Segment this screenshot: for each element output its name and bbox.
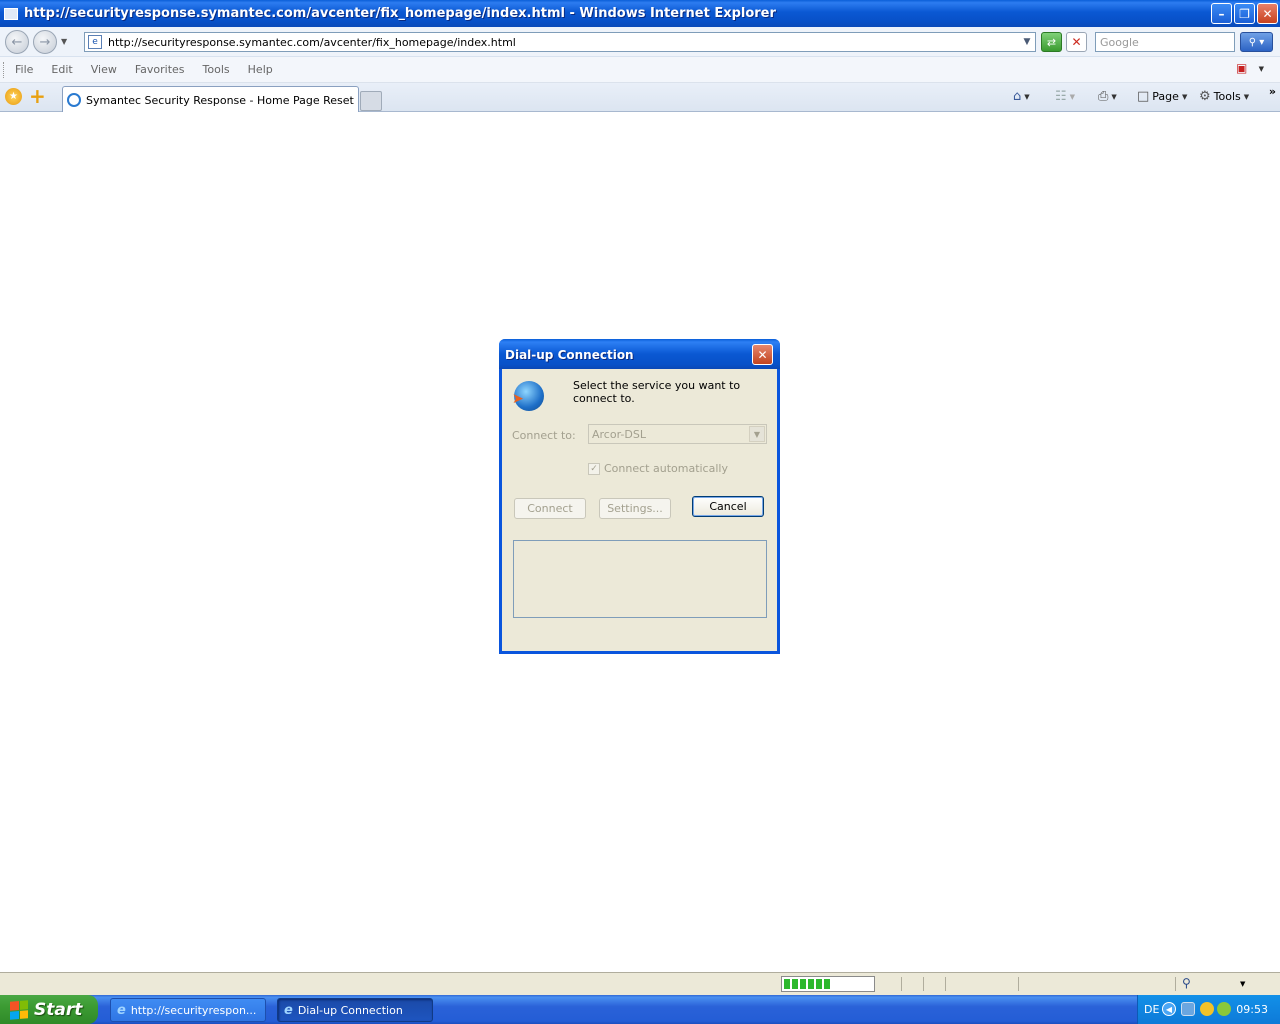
status-divider <box>901 977 902 991</box>
windows-logo-icon <box>10 999 28 1020</box>
search-icon: ⚲ ▾ <box>1248 36 1265 48</box>
menu-file[interactable]: File <box>6 63 42 76</box>
add-favorite-icon[interactable]: + <box>29 86 46 106</box>
network-icon[interactable] <box>1181 1002 1195 1016</box>
search-input[interactable]: Google <box>1095 32 1235 52</box>
start-label: Start <box>34 999 83 1020</box>
address-bar[interactable]: e http://securityresponse.symantec.com/a… <box>84 32 1036 52</box>
auto-connect-label: Connect automatically <box>604 462 728 475</box>
loading-icon <box>67 93 81 107</box>
refresh-button[interactable]: ⇄ <box>1041 32 1062 52</box>
clock: 09:53 <box>1236 1003 1268 1016</box>
feeds-button[interactable]: ☷ ▼ <box>1055 89 1075 104</box>
language-indicator[interactable]: DE <box>1144 1003 1159 1016</box>
page-menu-button[interactable]: □ Page ▼ <box>1137 89 1187 104</box>
home-button[interactable]: ⌂ ▼ <box>1013 89 1030 104</box>
print-dropdown-icon[interactable]: ▼ <box>1111 93 1116 101</box>
tab-bar: ★ + Symantec Security Response - Home Pa… <box>0 83 1280 113</box>
settings-button[interactable]: Settings... <box>599 498 671 519</box>
menu-favorites[interactable]: Favorites <box>126 63 194 76</box>
window-title-bar: http://securityresponse.symantec.com/avc… <box>0 0 1280 27</box>
status-divider <box>923 977 924 991</box>
home-dropdown-icon[interactable]: ▼ <box>1024 93 1029 101</box>
tools-menu-label: Tools <box>1213 90 1241 103</box>
back-button[interactable]: ← <box>5 30 29 54</box>
printer-icon: ⎙ <box>1098 89 1109 104</box>
ie-page-icon: e <box>88 35 102 49</box>
ie-icon: e <box>117 1002 126 1018</box>
taskbar: Start e http://securityrespon... e Dial-… <box>0 995 1280 1024</box>
connect-to-label: Connect to: <box>512 429 576 442</box>
close-window-button[interactable]: ✕ <box>1257 3 1278 24</box>
show-hidden-icons-button[interactable]: ◀ <box>1162 1002 1176 1016</box>
recent-pages-dropdown[interactable]: ▼ <box>61 37 67 46</box>
dialog-message: Select the service you want to connect t… <box>573 379 741 405</box>
taskbar-item-label: Dial-up Connection <box>297 1003 403 1017</box>
system-tray: DE ◀ 09:53 <box>1137 995 1280 1024</box>
start-button[interactable]: Start <box>0 995 98 1024</box>
new-tab-button[interactable] <box>360 91 382 111</box>
menu-tools[interactable]: Tools <box>194 63 239 76</box>
dialog-title: Dial-up Connection <box>499 339 780 369</box>
dialup-dialog: Dial-up Connection ✕ ➤ Select the servic… <box>499 339 780 654</box>
more-commands-chevron[interactable]: » <box>1269 85 1276 98</box>
tools-dropdown-icon: ▼ <box>1243 92 1250 101</box>
zoom-icon[interactable]: ⚲ <box>1182 976 1191 990</box>
stop-button[interactable]: ✕ <box>1066 32 1087 52</box>
taskbar-item-label: http://securityrespon... <box>130 1003 257 1017</box>
dialog-status-box <box>513 540 767 618</box>
status-divider <box>945 977 946 991</box>
page-icon: □ <box>1137 89 1150 104</box>
ie-icon: e <box>284 1002 293 1018</box>
connect-arrow-icon: ➤ <box>512 391 524 407</box>
status-divider <box>1175 977 1176 991</box>
select-dropdown-icon[interactable]: ▼ <box>749 426 765 442</box>
tools-menu-button[interactable]: ⚙ Tools ▼ <box>1199 89 1249 104</box>
status-divider <box>1018 977 1019 991</box>
gear-icon: ⚙ <box>1199 89 1211 104</box>
back-arrow-icon: ← <box>11 34 23 50</box>
connect-to-value: Arcor-DSL <box>592 428 646 441</box>
taskbar-item-dialup[interactable]: e Dial-up Connection <box>277 998 433 1022</box>
page-dropdown-icon: ▼ <box>1181 92 1188 101</box>
home-icon: ⌂ <box>1013 89 1022 104</box>
connect-to-select[interactable]: Arcor-DSL ▼ <box>588 424 767 444</box>
tab-active[interactable]: Symantec Security Response - Home Page R… <box>62 86 359 113</box>
favorites-center-icon[interactable]: ★ <box>5 88 22 105</box>
pdf-dropdown-icon[interactable]: ▼ <box>1259 65 1264 73</box>
address-url[interactable]: http://securityresponse.symantec.com/avc… <box>108 36 516 49</box>
menu-view[interactable]: View <box>82 63 126 76</box>
update-icon[interactable] <box>1217 1002 1231 1016</box>
minimize-button[interactable]: – <box>1211 3 1232 24</box>
security-icon[interactable] <box>1200 1002 1214 1016</box>
search-button[interactable]: ⚲ ▾ <box>1240 32 1273 52</box>
address-dropdown-icon[interactable]: ▼ <box>1019 33 1035 51</box>
progress-fill <box>784 979 833 989</box>
window-controls: – ❐ ✕ <box>1211 3 1278 24</box>
rss-icon: ☷ <box>1055 89 1067 104</box>
address-toolbar: ← → ▼ e http://securityresponse.symantec… <box>0 27 1280 57</box>
restore-button[interactable]: ❐ <box>1234 3 1255 24</box>
forward-arrow-icon: → <box>39 34 51 50</box>
zoom-dropdown-icon[interactable]: ▼ <box>1240 980 1245 988</box>
menu-edit[interactable]: Edit <box>42 63 81 76</box>
window-app-icon <box>4 7 18 20</box>
page-menu-label: Page <box>1152 90 1179 103</box>
dialog-close-button[interactable]: ✕ <box>752 344 773 365</box>
progress-bar <box>781 976 875 992</box>
menu-bar: File Edit View Favorites Tools Help ▣ ▼ <box>0 57 1280 83</box>
forward-button[interactable]: → <box>33 30 57 54</box>
auto-connect-checkbox[interactable]: ✓ <box>588 463 600 475</box>
connect-button[interactable]: Connect <box>514 498 586 519</box>
window-title: http://securityresponse.symantec.com/avc… <box>24 6 776 21</box>
tab-label: Symantec Security Response - Home Page R… <box>86 93 354 107</box>
status-bar: ⚲ ▼ <box>0 972 1280 995</box>
print-button[interactable]: ⎙ ▼ <box>1098 89 1117 104</box>
pdf-icon[interactable]: ▣ <box>1236 61 1252 77</box>
menu-help[interactable]: Help <box>239 63 282 76</box>
taskbar-item-ie[interactable]: e http://securityrespon... <box>110 998 266 1022</box>
feeds-dropdown-icon[interactable]: ▼ <box>1070 93 1075 101</box>
cancel-button[interactable]: Cancel <box>692 496 764 517</box>
